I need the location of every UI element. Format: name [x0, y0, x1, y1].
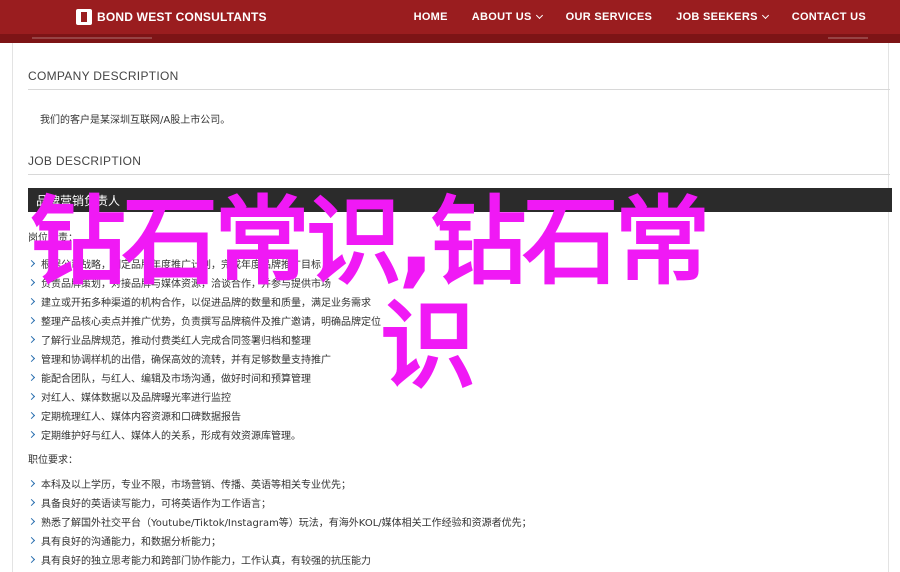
chevron-right-icon: [27, 297, 36, 306]
chevron-right-icon: [27, 373, 36, 382]
watermark-overlay-text-continued: 识: [380, 290, 476, 402]
list-item: 定期梳理红人、媒体内容资源和口碑数据报告: [27, 406, 381, 425]
sub-header-line-right: [828, 37, 868, 39]
list-item: 定期维护好与红人、媒体人的关系，形成有效资源库管理。: [27, 425, 381, 444]
logo-icon: [76, 9, 92, 25]
list-item: 具有良好的沟通能力，和数据分析能力；: [27, 531, 532, 550]
nav-contact-us[interactable]: CONTACT US: [792, 11, 866, 23]
company-description-text: 我们的客户是某深圳互联网/A股上市公司。: [40, 115, 231, 126]
chevron-right-icon: [27, 354, 36, 363]
chevron-right-icon: [27, 392, 36, 401]
nav-job-seekers[interactable]: JOB SEEKERS: [676, 11, 769, 23]
chevron-right-icon: [27, 479, 36, 488]
chevron-right-icon: [27, 316, 36, 325]
section-divider: [28, 89, 890, 90]
chevron-down-icon: [535, 11, 543, 20]
requirements-label: 职位要求：: [28, 455, 78, 466]
main-nav: HOME ABOUT US OUR SERVICES JOB SEEKERS C…: [414, 0, 900, 34]
chevron-right-icon: [27, 411, 36, 420]
company-description-heading: COMPANY DESCRIPTION: [28, 69, 179, 83]
section-divider: [28, 174, 890, 175]
chevron-down-icon: [761, 11, 769, 20]
list-item: 熟悉了解国外社交平台（Youtube/Tiktok/Instagram等）玩法，…: [27, 512, 532, 531]
job-description-heading: JOB DESCRIPTION: [28, 154, 142, 168]
content-border-right: [888, 43, 889, 572]
chevron-right-icon: [27, 335, 36, 344]
chevron-right-icon: [27, 430, 36, 439]
list-item: 本科及以上学历，专业不限，市场营销、传播、英语等相关专业优先；: [27, 474, 532, 493]
list-item: 具有良好的独立思考能力和跨部门协作能力，工作认真，有较强的抗压能力: [27, 550, 532, 569]
sub-header-line: [32, 37, 152, 39]
chevron-right-icon: [27, 555, 36, 564]
requirements-list: 本科及以上学历，专业不限，市场营销、传播、英语等相关专业优先； 具备良好的英语读…: [27, 474, 532, 569]
content-border-left: [12, 43, 13, 572]
chevron-right-icon: [27, 498, 36, 507]
site-logo[interactable]: BOND WEST CONSULTANTS: [76, 9, 267, 25]
nav-about-us[interactable]: ABOUT US: [472, 11, 543, 23]
logo-text: BOND WEST CONSULTANTS: [97, 10, 267, 24]
chevron-right-icon: [27, 536, 36, 545]
nav-our-services[interactable]: OUR SERVICES: [566, 11, 653, 23]
nav-home[interactable]: HOME: [414, 11, 448, 23]
list-item: 能配合团队，与红人、编辑及市场沟通，做好时间和预算管理: [27, 368, 381, 387]
list-item: 对红人、媒体数据以及品牌曝光率进行监控: [27, 387, 381, 406]
list-item: 管理和协调样机的出借，确保高效的流转，并有足够数量支持推广: [27, 349, 381, 368]
list-item: 整理产品核心卖点并推广优势，负责撰写品牌稿件及推广邀请，明确品牌定位: [27, 311, 381, 330]
chevron-right-icon: [27, 517, 36, 526]
watermark-overlay-text: 钻石常识,钻石常: [30, 186, 710, 298]
list-item: 了解行业品牌规范，推动付费类红人完成合同签署归档和整理: [27, 330, 381, 349]
sub-header-bar: [0, 34, 900, 43]
list-item: 具备良好的英语读写能力，可将英语作为工作语言；: [27, 493, 532, 512]
